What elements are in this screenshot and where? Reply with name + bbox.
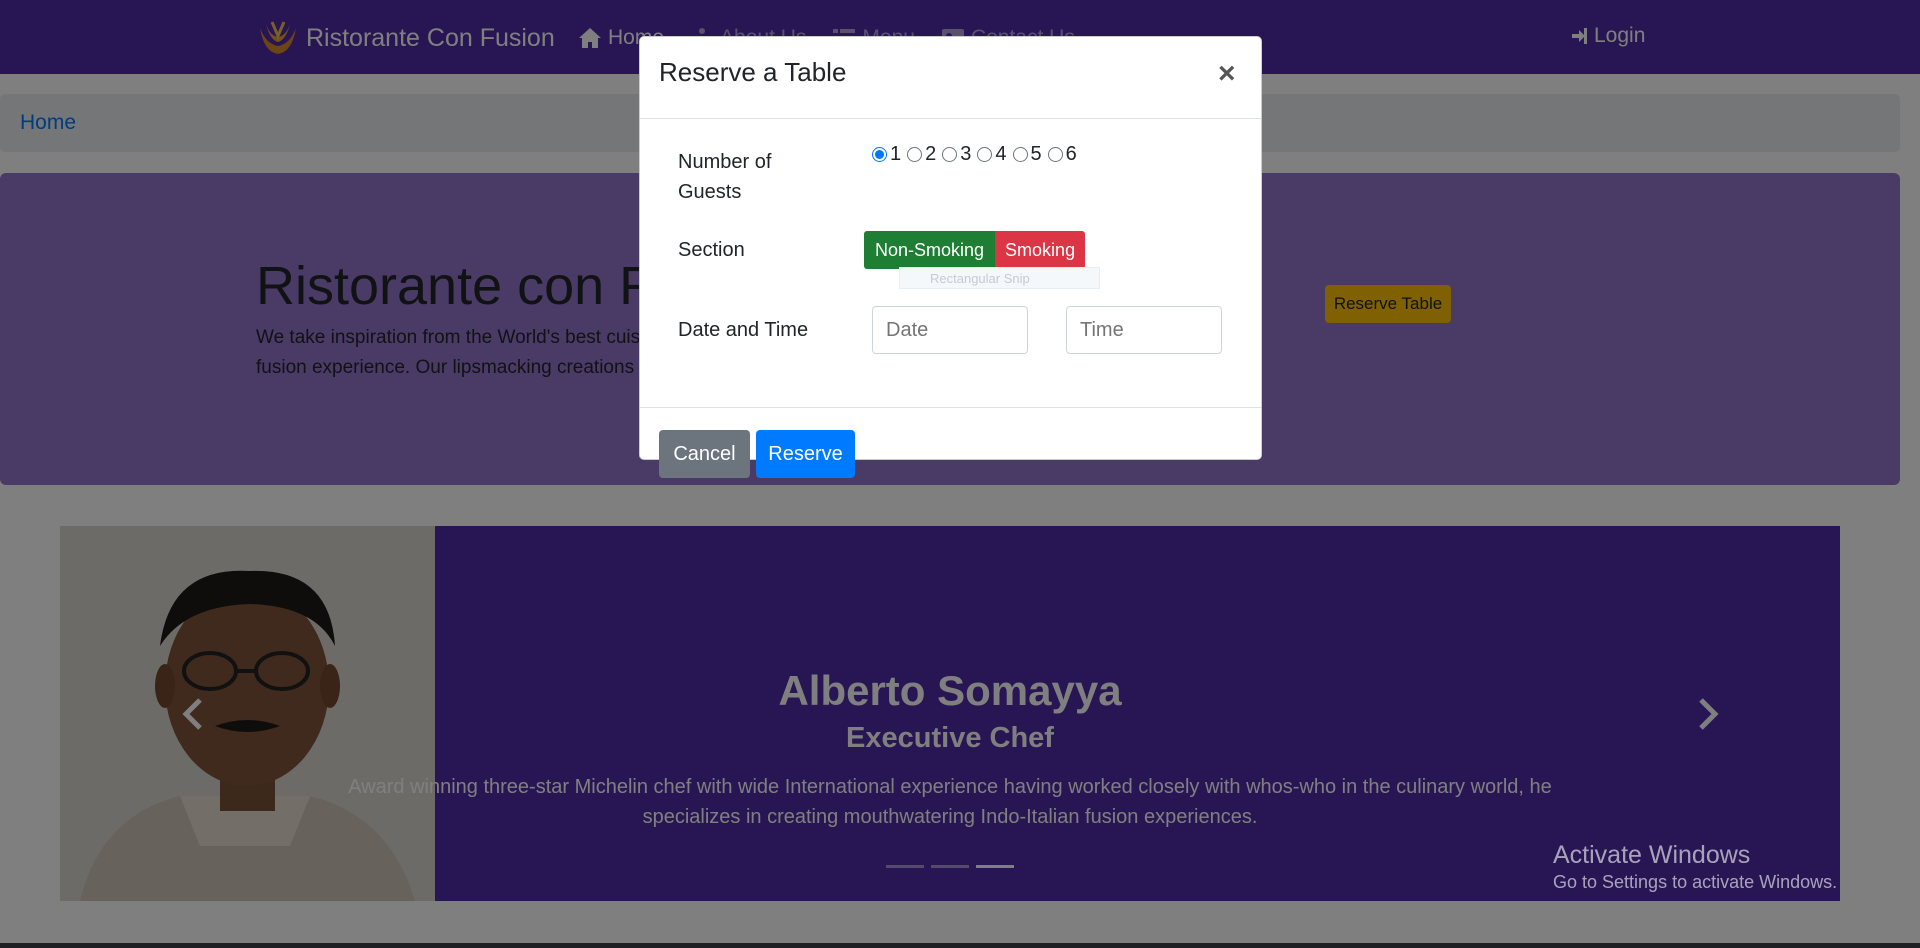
guests-radio-1[interactable] <box>872 147 887 162</box>
section-button-group: Non-Smoking Smoking <box>864 231 1086 269</box>
reserve-table-modal: Reserve a Table × Number of Guests 1 2 3… <box>639 36 1262 478</box>
guests-radio-label: 5 <box>1030 143 1042 165</box>
section-label: Section <box>678 239 745 261</box>
guests-radio-4[interactable] <box>977 147 993 162</box>
time-input[interactable] <box>1066 306 1222 354</box>
modal-header: Reserve a Table × <box>640 37 1261 119</box>
activate-windows-title: Activate Windows <box>1553 841 1751 869</box>
guests-radio-group: 1 2 3 4 5 6 <box>872 143 1083 166</box>
datetime-label: Date and Time <box>678 319 809 341</box>
snip-tooltip: Rectangular Snip <box>899 267 1100 289</box>
guests-radio-label: 4 <box>995 143 1007 165</box>
activate-windows-watermark: Activate Windows Go to Settings to activ… <box>1553 840 1837 894</box>
modal-body: Number of Guests 1 2 3 4 5 6 Section Non… <box>640 119 1261 408</box>
guests-radio-label: 2 <box>925 143 937 165</box>
cancel-button[interactable]: Cancel <box>659 430 750 478</box>
smoking-button[interactable]: Smoking <box>995 231 1086 269</box>
guests-radio-2[interactable] <box>907 147 923 162</box>
guests-radio-3[interactable] <box>942 147 958 162</box>
activate-windows-subtitle: Go to Settings to activate Windows. <box>1553 872 1838 892</box>
guests-label: Number of Guests <box>678 151 772 203</box>
date-input[interactable] <box>872 306 1028 354</box>
non-smoking-button[interactable]: Non-Smoking <box>864 231 996 269</box>
guests-radio-label: 3 <box>960 143 972 165</box>
guests-radio-label: 1 <box>890 143 902 165</box>
reserve-button[interactable]: Reserve <box>756 430 855 478</box>
guests-radio-5[interactable] <box>1012 147 1028 162</box>
close-button[interactable]: × <box>1218 59 1236 89</box>
modal-footer: Cancel Reserve <box>640 408 1261 478</box>
guests-radio-6[interactable] <box>1047 147 1063 162</box>
modal-title: Reserve a Table <box>659 57 847 87</box>
guests-radio-label: 6 <box>1065 143 1077 165</box>
